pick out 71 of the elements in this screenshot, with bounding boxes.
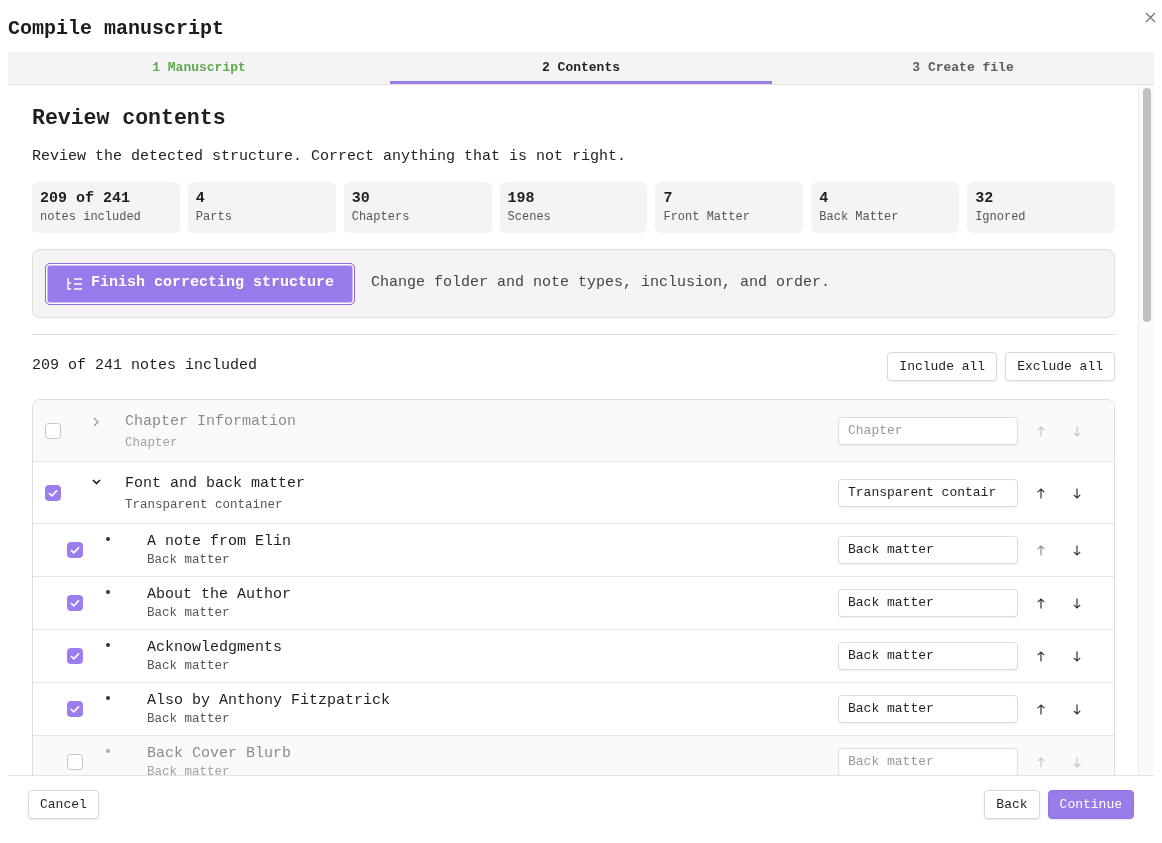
checkbox[interactable] [67, 754, 83, 770]
stat-label: Scenes [507, 209, 551, 225]
note-title: Back Cover Blurb [147, 744, 292, 764]
arrow-down-icon[interactable] [1073, 597, 1081, 609]
chevron-right-icon[interactable] [93, 417, 99, 427]
bullet-icon [106, 749, 110, 753]
stat-label: notes included [40, 209, 141, 225]
include-all-button[interactable]: Include all [887, 352, 998, 381]
note-title: Chapter Information [125, 412, 297, 432]
stat-value: 7 [663, 190, 673, 208]
note-type: Back matter [147, 658, 230, 674]
stat-label: Ignored [975, 209, 1026, 225]
note-type: Chapter [125, 435, 178, 451]
exclude-all-button[interactable]: Exclude all [1005, 352, 1115, 381]
stat-value: 4 [819, 190, 829, 208]
arrow-up-icon[interactable] [1037, 597, 1045, 609]
stat-value: 30 [351, 190, 370, 208]
type-select[interactable]: Back matter [838, 536, 1018, 564]
checkbox[interactable] [45, 485, 61, 501]
arrow-down-icon[interactable] [1073, 544, 1081, 556]
note-type: Back matter [147, 552, 230, 568]
stat-label: Back Matter [819, 209, 899, 225]
dialog-title: Compile manuscript [8, 16, 225, 42]
stat-label: Front Matter [663, 209, 750, 225]
list-tree-icon [66, 276, 83, 291]
stat-value: 4 [195, 190, 205, 208]
stat-value: 32 [975, 190, 994, 208]
checkbox[interactable] [67, 542, 83, 558]
stat-value: 209 of 241 [40, 190, 130, 208]
bullet-icon [106, 590, 110, 594]
bullet-icon [106, 643, 110, 647]
note-title: A note from Elin [147, 532, 292, 552]
arrow-up-icon[interactable] [1037, 650, 1045, 662]
checkbox[interactable] [67, 595, 83, 611]
arrow-up-icon[interactable] [1037, 703, 1045, 715]
close-icon[interactable] [1145, 12, 1156, 23]
section-description: Review the detected structure. Correct anything that is not right. [32, 147, 627, 167]
type-select[interactable]: Back matter [838, 695, 1018, 723]
arrow-up-icon[interactable] [1037, 487, 1045, 499]
cancel-button[interactable]: Cancel [28, 790, 99, 819]
note-title: Also by Anthony Fitzpatrick [147, 691, 391, 711]
scrollbar[interactable] [1138, 85, 1154, 775]
chevron-down-icon[interactable] [91, 478, 101, 485]
bullet-icon [106, 696, 110, 700]
back-button[interactable]: Back [984, 790, 1040, 819]
stat-label: Chapters [351, 209, 410, 225]
note-type: Back matter [147, 605, 230, 621]
note-type: Transparent container [125, 497, 283, 513]
callout-text: Change folder and note types, inclusion, and order. [371, 273, 831, 294]
checkbox[interactable] [67, 648, 83, 664]
bullet-icon [106, 537, 110, 541]
step-tab[interactable]: 3 Create file [772, 52, 1154, 84]
arrow-down-icon[interactable] [1073, 703, 1081, 715]
checkbox[interactable] [67, 701, 83, 717]
scrollbar-thumb[interactable] [1142, 88, 1151, 322]
note-type: Back matter [147, 764, 230, 775]
notes-count: 209 of 241 notes included [32, 356, 258, 377]
arrow-down-icon[interactable] [1073, 650, 1081, 662]
note-type: Back matter [147, 711, 230, 727]
arrow-down-icon[interactable] [1073, 487, 1081, 499]
type-select[interactable]: Back matter [838, 642, 1018, 670]
note-title: Acknowledgments [147, 638, 283, 658]
section-heading: Review contents [32, 105, 226, 132]
note-title: Font and back matter [125, 474, 306, 494]
stat-label: Parts [195, 209, 232, 225]
checkbox[interactable] [45, 423, 61, 439]
step-tab[interactable]: 2 Contents [390, 52, 772, 84]
type-select[interactable]: Transparent contair [838, 479, 1018, 507]
type-select[interactable]: Back matter [838, 589, 1018, 617]
note-title: About the Author [147, 585, 292, 605]
stat-value: 198 [507, 190, 535, 208]
